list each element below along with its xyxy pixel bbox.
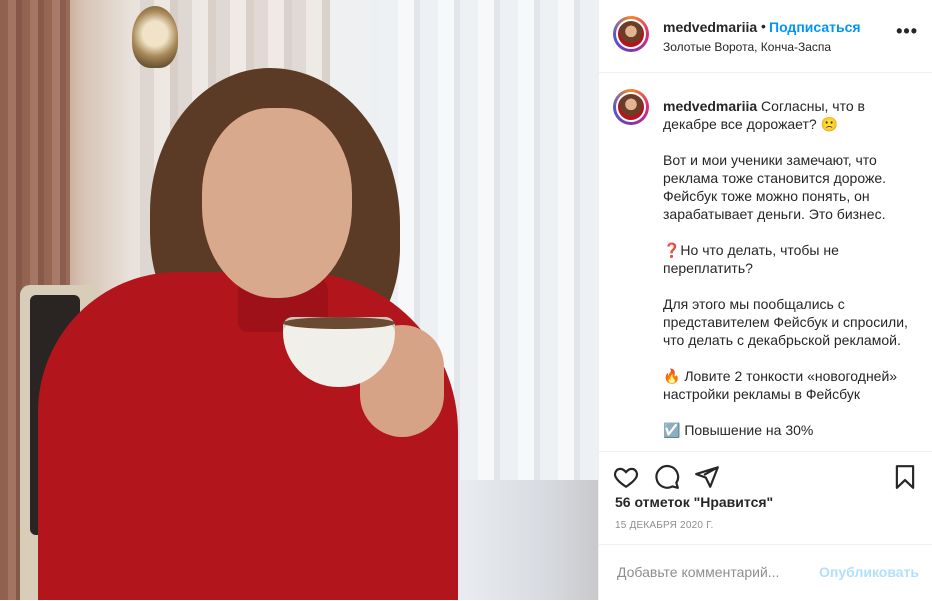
post-photo[interactable] <box>0 0 598 600</box>
avatar[interactable] <box>613 16 649 52</box>
bookmark-icon[interactable] <box>892 464 918 490</box>
post-viewer: medvedmariia • Подписаться Золотые Ворот… <box>0 0 932 600</box>
photo-lamp <box>132 6 178 68</box>
more-options-icon[interactable]: ••• <box>896 22 918 40</box>
comment-box: Опубликовать <box>599 544 932 601</box>
action-bar <box>599 452 932 500</box>
follow-button[interactable]: Подписаться <box>769 19 861 35</box>
paper-plane-icon[interactable] <box>694 464 720 490</box>
post-date[interactable]: 15 ДЕКАБРЯ 2020 Г. <box>615 520 713 531</box>
photo-cup-rim <box>283 317 395 329</box>
caption-area: medvedmariia Согласны, что в декабре все… <box>599 73 932 452</box>
post-side-panel: medvedmariia • Подписаться Золотые Ворот… <box>598 0 932 600</box>
post-header: medvedmariia • Подписаться Золотые Ворот… <box>599 0 932 73</box>
username-link[interactable]: medvedmariia <box>663 19 757 35</box>
location-link[interactable]: Золотые Ворота, Конча-Заспа <box>663 40 831 54</box>
comment-input[interactable] <box>615 563 809 581</box>
heart-icon[interactable] <box>613 464 639 490</box>
caption-avatar[interactable] <box>613 89 649 125</box>
caption-body: Согласны, что в декабре все дорожает? 🙁 … <box>663 98 908 438</box>
separator-dot: • <box>761 18 766 34</box>
photo-face <box>202 108 352 298</box>
comment-icon[interactable] <box>654 464 680 490</box>
caption-text: medvedmariia Согласны, что в декабре все… <box>663 97 913 439</box>
publish-button[interactable]: Опубликовать <box>819 564 919 580</box>
likes-count[interactable]: 56 отметок "Нравится" <box>615 494 773 510</box>
caption-username[interactable]: medvedmariia <box>663 98 757 114</box>
